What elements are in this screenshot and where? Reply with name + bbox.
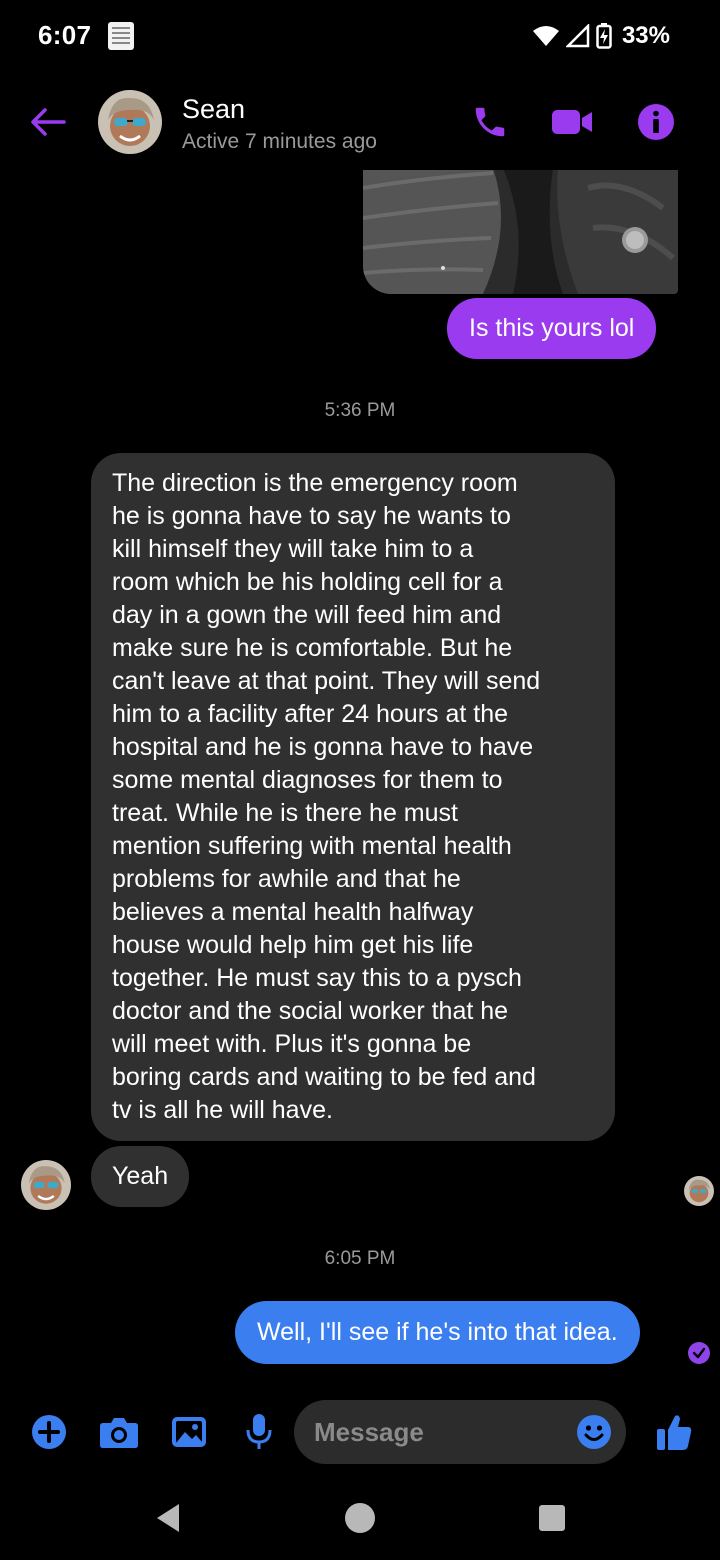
contact-name[interactable]: Sean xyxy=(182,94,245,125)
received-message-line: kill himself they will take him to a xyxy=(112,535,474,563)
avatar-image xyxy=(684,1176,714,1206)
sent-message-bubble[interactable]: Well, I'll see if he's into that idea. xyxy=(235,1301,640,1364)
avatar-image xyxy=(21,1160,71,1210)
plus-icon xyxy=(32,1415,66,1449)
info-button[interactable] xyxy=(632,100,680,144)
status-icons: 33% xyxy=(532,20,670,52)
contact-avatar[interactable] xyxy=(98,90,162,154)
received-message-line: treat. While he is there he must xyxy=(112,799,458,827)
status-time: 6:07 xyxy=(38,20,92,50)
received-message-line: some mental diagnoses for them to xyxy=(112,766,503,794)
received-message-line: together. He must say this to a pysch xyxy=(112,964,522,992)
nav-recents-icon xyxy=(539,1505,565,1531)
received-message-bubble[interactable]: Yeah xyxy=(91,1146,190,1207)
photo-image xyxy=(363,170,678,294)
status-bar: 6:07 33% xyxy=(0,0,720,72)
nav-home-icon xyxy=(345,1503,375,1533)
sender-avatar[interactable] xyxy=(21,1160,71,1210)
seen-by-avatar xyxy=(684,1176,714,1206)
messenger-screen: 6:07 33% Sean Active 7 minutes ago Is th… xyxy=(0,0,720,1560)
emoji-icon[interactable] xyxy=(576,1414,612,1450)
received-message-line: The direction is the emergency room xyxy=(112,469,518,497)
sent-message-text: Is this yours lol xyxy=(469,314,635,342)
battery-percent: 33% xyxy=(621,22,670,49)
camera-icon xyxy=(100,1418,138,1448)
sent-message-bubble[interactable]: Is this yours lol xyxy=(447,298,657,359)
received-message-line: room which be his holding cell for a xyxy=(112,568,503,596)
received-message-line: tv is all he will have. xyxy=(112,1096,333,1124)
received-message-line: mention suffering with mental health xyxy=(112,832,512,860)
more-actions-button[interactable] xyxy=(27,1410,71,1454)
message-list[interactable]: Is this yours lol 5:36 PM The direction … xyxy=(0,170,720,1390)
received-message-line: he is gonna have to say he wants to xyxy=(112,502,511,530)
conversation-header: Sean Active 7 minutes ago xyxy=(0,80,720,170)
message-composer xyxy=(0,1394,720,1470)
wifi-icon xyxy=(532,26,559,46)
received-message-line: will meet with. Plus it's gonna be xyxy=(112,1030,472,1058)
received-message-line: him to a facility after 24 hours at the xyxy=(112,700,509,728)
received-message-line: house would help him get his life xyxy=(112,931,474,959)
received-message-line: boring cards and waiting to be fed and xyxy=(112,1063,536,1091)
received-message-line: hospital and he is gonna have to have xyxy=(112,733,534,761)
video-call-button[interactable] xyxy=(548,100,596,144)
system-nav-bar xyxy=(0,1476,720,1560)
received-message-line: can't leave at that point. They will sen… xyxy=(112,667,541,695)
received-message-line: day in a gown the will feed him and xyxy=(112,601,502,629)
cell-signal-icon xyxy=(565,24,590,48)
voice-call-button[interactable] xyxy=(466,100,514,144)
info-icon xyxy=(638,104,674,140)
avatar-image xyxy=(98,90,162,154)
like-icon xyxy=(657,1415,692,1450)
phone-icon xyxy=(475,107,505,137)
received-message-line: believes a mental health halfway xyxy=(112,898,474,926)
delivered-check-icon xyxy=(688,1342,710,1364)
camera-button[interactable] xyxy=(97,1410,141,1454)
received-message-bubble[interactable]: The direction is the emergency room he i… xyxy=(91,453,615,1141)
video-icon xyxy=(552,110,592,134)
notification-app-icon xyxy=(108,22,134,50)
nav-back-button[interactable] xyxy=(148,1498,188,1538)
gallery-button[interactable] xyxy=(167,1410,211,1454)
sent-message-text: Well, I'll see if he's into that idea. xyxy=(257,1318,618,1346)
voice-clip-button[interactable] xyxy=(237,1410,281,1454)
sent-photo-message[interactable] xyxy=(363,170,678,294)
timestamp-divider: 5:36 PM xyxy=(324,400,396,421)
received-message-text: Yeah xyxy=(112,1162,169,1190)
received-message-line: doctor and the social worker that he xyxy=(112,997,509,1025)
back-button[interactable] xyxy=(26,100,70,144)
nav-back-icon xyxy=(157,1504,179,1532)
gallery-icon xyxy=(172,1417,206,1447)
nav-home-button[interactable] xyxy=(340,1498,380,1538)
battery-charging-icon xyxy=(596,23,612,49)
mic-icon xyxy=(246,1414,272,1449)
contact-active-status: Active 7 minutes ago xyxy=(182,130,377,153)
send-like-button[interactable] xyxy=(652,1410,696,1454)
message-input-container[interactable] xyxy=(294,1400,626,1464)
back-arrow-icon xyxy=(31,108,66,136)
received-message-line: problems for awhile and that he xyxy=(112,865,461,893)
timestamp-divider: 6:05 PM xyxy=(324,1248,396,1269)
nav-recents-button[interactable] xyxy=(532,1498,572,1538)
received-message-line: make sure he is comfortable. But he xyxy=(112,634,513,662)
message-input[interactable] xyxy=(314,1400,564,1464)
